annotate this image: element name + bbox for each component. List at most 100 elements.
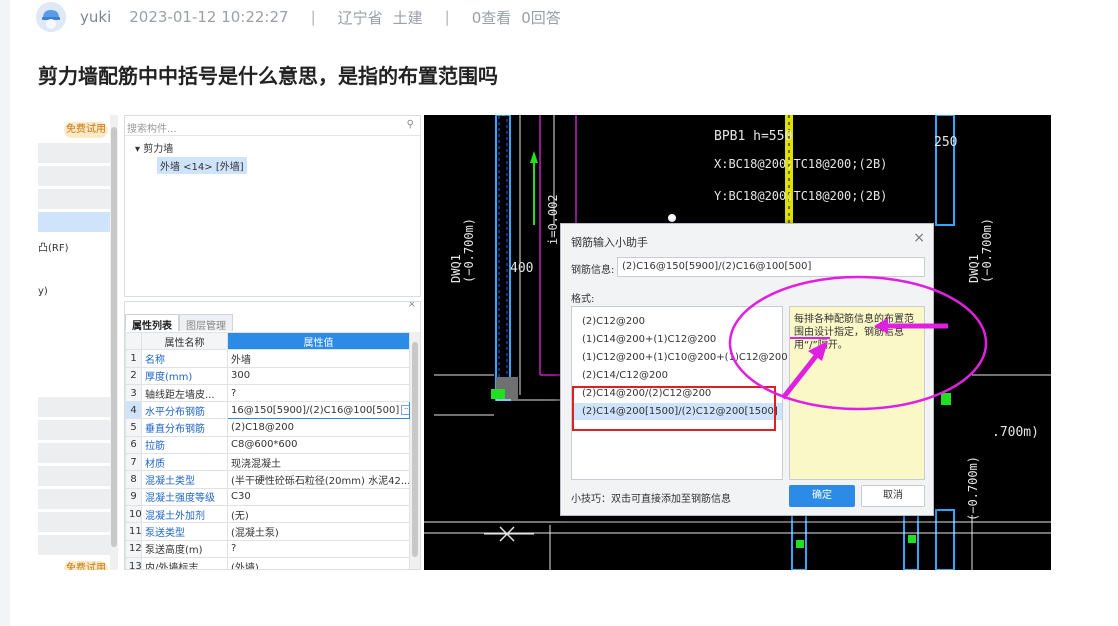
property-value[interactable]: (无) [227,504,410,524]
list-item[interactable] [38,189,110,209]
property-value[interactable]: C30 [227,487,410,506]
format-label: 格式: [571,294,595,305]
property-value[interactable]: C8@600*600 [227,435,410,455]
cad-label-y: Y:BC18@200;TC18@200;(2B) [714,189,888,203]
tab-layer-management[interactable]: 图层管理 [179,314,233,332]
free-trial-badge[interactable]: 免费试用 [64,561,108,570]
table-row[interactable]: 9 混凝土强度等级 C30 [125,487,410,506]
ok-button[interactable]: 确定 [789,485,855,507]
rebar-input-dialog: 钢筋输入小助手 × 钢筋信息: (2)C16@150[5900]/(2)C16@… [560,223,934,516]
left-label: y) [38,286,48,297]
property-name: 混凝土强度等级 [141,487,228,506]
property-value-text: (外墙) [231,562,259,570]
property-value[interactable]: 外墙 [227,349,410,368]
table-row[interactable]: 1 名称 外墙 [125,349,410,368]
cad-canvas[interactable]: BPB1 h=550 X:BC18@200;TC18@200;(2B) Y:BC… [424,115,1051,570]
author-name[interactable]: yuki [80,8,111,26]
separator: | [444,8,450,26]
row-number: 9 [125,487,142,506]
format-option[interactable]: (2)C14/C12@200 [572,367,782,384]
list-item[interactable] [38,143,110,163]
cancel-button[interactable]: 取消 [861,485,925,507]
property-value[interactable]: (外墙) [227,556,410,570]
property-value-text: ? [231,387,237,399]
property-name: 泵送高度(m) [141,539,228,558]
property-value[interactable]: (2)C18@200 [227,418,410,437]
table-row[interactable]: 11 泵送类型 (混凝土泵) [125,522,410,541]
list-item[interactable] [38,166,110,186]
tree-node-shear-wall[interactable]: ▾ 剪力墙 [135,140,173,155]
list-item[interactable] [38,489,110,509]
property-value-text: (半干硬性砼砾石粒径(20mm) 水泥42... [231,476,410,488]
property-name: 水平分布钢筋 [141,401,228,420]
property-value[interactable]: 现浇混凝土 [227,453,410,472]
dialog-title: 钢筋输入小助手 [571,236,648,249]
row-number: 5 [125,418,142,437]
list-item[interactable] [38,420,110,440]
separator: | [310,8,316,26]
property-value-text: ? [231,543,237,555]
format-option[interactable]: (1)C14@200+(1)C12@200 [572,331,782,348]
row-number: 11 [125,522,142,541]
table-row[interactable]: 10 混凝土外加剂 (无) [125,504,410,524]
row-number: 10 [125,504,142,524]
property-name: 名称 [141,349,228,368]
list-item[interactable] [38,443,110,463]
scrollbar-thumb[interactable] [412,342,418,557]
ellipsis-icon[interactable]: ··· [401,404,409,415]
post-datetime: 2023-01-12 10:22:27 [129,8,289,26]
format-option[interactable]: (2)C12@200 [572,313,782,330]
avatar[interactable] [36,2,66,32]
rebar-info-input[interactable]: (2)C16@150[5900]/(2)C16@100[500] [617,257,925,277]
list-item[interactable] [38,397,110,417]
free-trial-badge[interactable]: 免费试用 [64,122,108,138]
property-name: 混凝土外加剂 [141,504,228,524]
left-label: 凸(RF) [38,243,69,254]
table-row[interactable]: 4水平分布钢筋16@150[5900]/(2)C16@100[500]··· [125,401,410,420]
table-row[interactable]: 7 材质 现浇混凝土 [125,453,410,472]
table-row[interactable]: 3 轴线距左墙皮...? [125,383,410,403]
row-number: 7 [125,453,142,472]
table-row[interactable]: 12 泵送高度(m)? [125,539,410,558]
table-row[interactable]: 8 混凝土类型 (半干硬性砼砾石粒径(20mm) 水泥42... [125,470,410,489]
post-category[interactable]: 土建 [393,7,423,28]
list-item[interactable] [38,212,110,232]
property-value[interactable]: (半干硬性砼砾石粒径(20mm) 水泥42... [227,470,410,489]
list-item[interactable] [38,466,110,486]
format-option[interactable]: (1)C12@200+(1)C10@200+(1)C12@200 [572,349,788,366]
property-name: 垂直分布钢筋 [141,418,228,437]
close-icon[interactable]: × [913,230,925,246]
close-icon[interactable]: × [408,302,416,310]
search-placeholder: 搜索构件... [127,124,177,135]
row-number: 6 [125,435,142,455]
tab-property-list[interactable]: 属性列表 [125,314,179,332]
component-search-input[interactable]: 搜索构件... ⚲ [125,116,420,136]
property-name: 轴线距左墙皮... [141,383,228,403]
property-value[interactable]: ? [227,539,410,558]
property-value-text: (无) [231,510,249,522]
row-number: 8 [125,470,142,489]
table-row[interactable]: 6 拉筋 C8@600*600 [125,435,410,455]
scrollbar[interactable] [110,115,118,570]
cad-label-bpb1: BPB1 h=550 [714,129,793,144]
row-number: 3 [125,383,142,403]
property-value[interactable]: (混凝土泵) [227,522,410,541]
cad-label-elevation-bottom: (−0.700m) [966,455,980,521]
list-item[interactable] [38,535,110,555]
format-option[interactable]: (2)C14@200/(2)C12@200 [572,385,782,402]
table-row[interactable]: 5 垂直分布钢筋 (2)C18@200 [125,418,410,437]
property-value[interactable]: 300 [227,366,410,385]
property-value-text: 300 [231,370,251,382]
table-row[interactable]: 2 厚度(mm) 300 [125,366,410,385]
scrollbar-thumb[interactable] [111,127,117,547]
list-item[interactable] [38,512,110,532]
scrollbar[interactable] [410,332,420,569]
property-value[interactable]: 16@150[5900]/(2)C16@100[500]··· [227,401,410,420]
tree-node-exterior-wall[interactable]: 外墙 <14> [外墙] [157,157,247,174]
row-number: 2 [125,366,142,385]
property-value[interactable]: ? [227,383,410,403]
table-row[interactable]: 13 内/外墙标志 (外墙) [125,556,410,570]
left-gutter [0,0,10,626]
format-option[interactable]: (2)C14@200[1500]/(2)C12@200[1500] [572,403,782,420]
search-icon[interactable]: ⚲ [407,119,414,130]
